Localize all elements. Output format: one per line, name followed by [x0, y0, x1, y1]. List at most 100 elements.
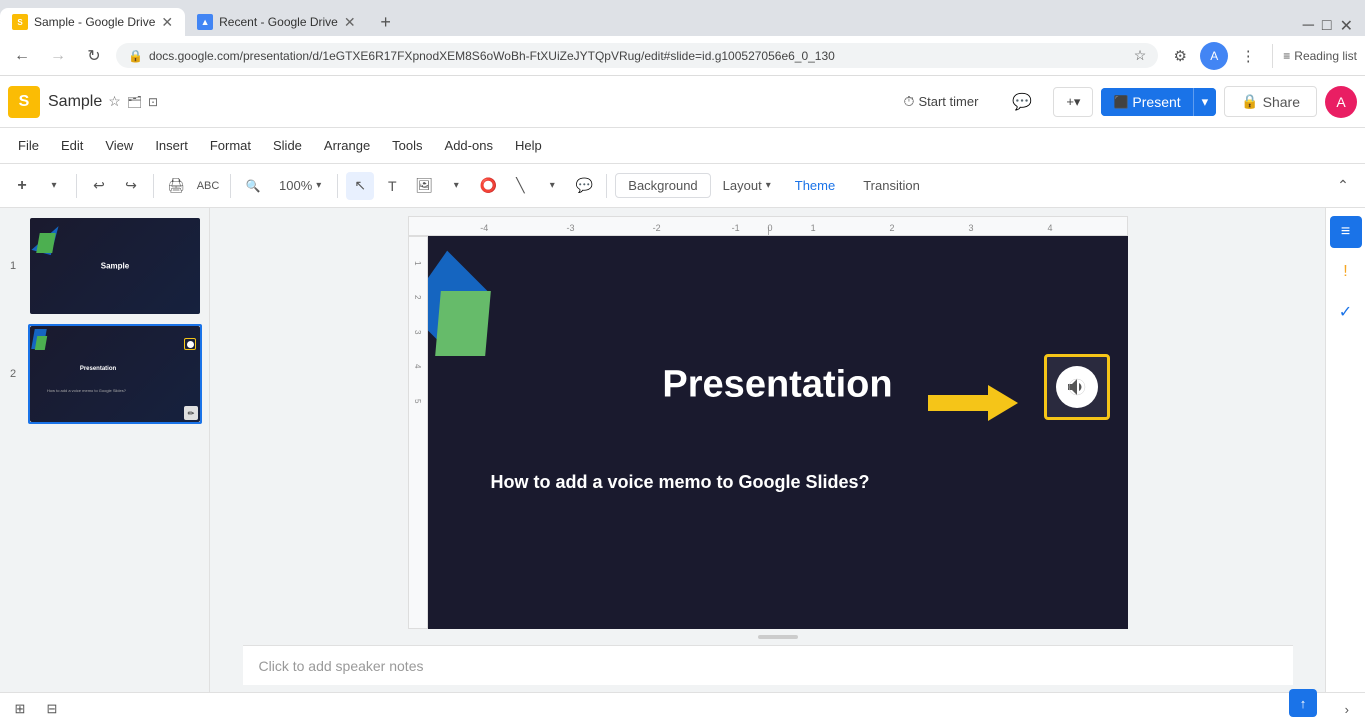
slides-panel: 1 Sample 2 [0, 208, 210, 693]
toolbar-add-dropdown[interactable]: ▾ [40, 172, 68, 200]
list-view-button[interactable]: ⊟ [40, 697, 64, 721]
menu-file[interactable]: File [8, 134, 49, 157]
sep3 [230, 174, 231, 198]
zoom-level[interactable]: 100% ▾ [271, 174, 329, 197]
text-tool[interactable]: T [378, 172, 406, 200]
arrow-annotation [928, 381, 1018, 425]
menu-help[interactable]: Help [505, 134, 552, 157]
nav-bar: ← → ↻ 🔒 docs.google.com/presentation/d/1… [0, 36, 1365, 76]
slide-edit-icon: ✏ [184, 406, 198, 420]
right-icon-1[interactable]: ≡ [1330, 216, 1362, 248]
grid-view-button[interactable]: ⊞ [8, 697, 32, 721]
menu-addons[interactable]: Add-ons [435, 134, 503, 157]
slide-row-1: 1 Sample [8, 216, 201, 316]
app-logo: S [8, 86, 40, 118]
new-tab-button[interactable]: + [372, 8, 400, 36]
line-dropdown[interactable]: ▾ [538, 172, 566, 200]
user-avatar[interactable]: A [1325, 86, 1357, 118]
star-icon[interactable]: ☆ [1134, 47, 1147, 64]
tab-close-1[interactable]: ✕ [161, 14, 173, 31]
app-title: Sample [48, 93, 102, 111]
comments-button[interactable]: 💬 [999, 85, 1045, 119]
menu-tools[interactable]: Tools [382, 134, 432, 157]
more-icon[interactable]: ⋮ [1234, 42, 1262, 70]
undo-button[interactable]: ↩ [85, 172, 113, 200]
print-button[interactable]: 🖨 [162, 172, 190, 200]
main-content: 1 Sample 2 [0, 208, 1365, 693]
line-tool[interactable]: ╲ [506, 172, 534, 200]
slide-left-decoration [428, 236, 508, 629]
redo-button[interactable]: ↪ [117, 172, 145, 200]
layout-button[interactable]: Layout ▾ [715, 174, 779, 197]
maximize-button[interactable]: □ [1322, 17, 1332, 35]
transition-button[interactable]: Transition [851, 174, 932, 197]
share-button[interactable]: 🔒 Share [1224, 86, 1317, 117]
present-dropdown-button[interactable]: ▾ [1194, 88, 1217, 116]
menu-edit[interactable]: Edit [51, 134, 93, 157]
editor-area: -4 -3 -2 -1 0 1 2 3 4 1 2 3 4 5 [210, 208, 1325, 693]
right-icon-3[interactable]: ✓ [1330, 296, 1362, 328]
slide-thumb-1[interactable]: Sample [28, 216, 202, 316]
menu-slide[interactable]: Slide [263, 134, 312, 157]
start-timer-button[interactable]: ⏱ Start timer [891, 86, 992, 117]
notes-placeholder: Click to add speaker notes [259, 658, 424, 674]
tab-bar: S Sample - Google Drive ✕ ▲ Recent - Goo… [0, 0, 1365, 36]
add-button[interactable]: +▾ [1053, 87, 1093, 117]
select-tool[interactable]: ↖ [346, 172, 374, 200]
tab-favicon-2: ▲ [197, 14, 213, 30]
menu-arrange[interactable]: Arrange [314, 134, 380, 157]
folder-title-icon[interactable]: 🗂 [127, 95, 142, 109]
menu-bar: File Edit View Insert Format Slide Arran… [0, 128, 1365, 164]
image-dropdown[interactable]: ▾ [442, 172, 470, 200]
slide-thumb-2[interactable]: Presentation How to add a voice memo to … [28, 324, 202, 424]
forward-button[interactable]: → [44, 42, 72, 70]
tab-sample[interactable]: S Sample - Google Drive ✕ [0, 8, 185, 36]
present-icon: ⬛ [1113, 95, 1128, 109]
theme-button[interactable]: Theme [783, 174, 847, 197]
app: S Sample ☆ 🗂 ⊡ ⏱ Start timer 💬 +▾ ⬛ Pres… [0, 76, 1365, 693]
sidebar-expand-button[interactable]: › [1345, 702, 1349, 717]
tab-close-2[interactable]: ✕ [344, 14, 356, 31]
extensions-icon[interactable]: ⚙ [1166, 42, 1194, 70]
spellcheck-button[interactable]: ABC [194, 172, 222, 200]
audio-icon-box[interactable] [1044, 354, 1110, 420]
slide-ruler-wrapper: 1 2 3 4 5 Presentation [408, 236, 1128, 629]
tab-recent[interactable]: ▲ Recent - Google Drive ✕ [185, 8, 367, 36]
menu-format[interactable]: Format [200, 134, 261, 157]
present-button[interactable]: ⬛ Present [1101, 88, 1192, 116]
browser-toolbar-right: ⚙ A ⋮ ≡ Reading list [1166, 42, 1357, 70]
zoom-out-button[interactable]: 🔍 [239, 172, 267, 200]
tab-title-2: Recent - Google Drive [219, 15, 338, 29]
toolbar: + ▾ ↩ ↪ 🖨 ABC 🔍 100% ▾ ↖ T 🖼 ▾ ⭕ ╲ ▾ 💬 B… [0, 164, 1365, 208]
app-title-area: Sample ☆ 🗂 ⊡ [48, 93, 158, 111]
comment-tool[interactable]: 💬 [570, 172, 598, 200]
notes-divider[interactable] [428, 629, 1128, 645]
notes-area[interactable]: Click to add speaker notes [243, 645, 1293, 685]
profile-icon[interactable]: A [1200, 42, 1228, 70]
minimize-button[interactable]: ─ [1303, 17, 1314, 35]
slide-canvas[interactable]: Presentation How to add a voice memo to … [428, 236, 1128, 629]
green-shape [435, 291, 491, 356]
menu-view[interactable]: View [95, 134, 143, 157]
toolbar-add[interactable]: + [8, 172, 36, 200]
refresh-button[interactable]: ↻ [80, 42, 108, 70]
url-text: docs.google.com/presentation/d/1eGTXE6R1… [149, 49, 1128, 63]
address-bar[interactable]: 🔒 docs.google.com/presentation/d/1eGTXE6… [116, 43, 1158, 68]
right-sidebar: ≡ ! ✓ [1325, 208, 1365, 693]
star-title-icon[interactable]: ☆ [108, 93, 121, 110]
shape-tool[interactable]: ⭕ [474, 172, 502, 200]
slide-title: Presentation [662, 364, 892, 407]
right-icon-2[interactable]: ! [1330, 256, 1362, 288]
collapse-toolbar-button[interactable]: ⌃ [1329, 172, 1357, 200]
menu-insert[interactable]: Insert [145, 134, 198, 157]
reading-list-button[interactable]: ≡ Reading list [1283, 49, 1357, 63]
expand-button[interactable]: ↑ [1289, 689, 1317, 717]
present-wrapper: ⬛ Present ▾ [1101, 88, 1216, 116]
image-tool[interactable]: 🖼 [410, 172, 438, 200]
background-button[interactable]: Background [615, 173, 710, 198]
back-button[interactable]: ← [8, 42, 36, 70]
close-button[interactable]: ✕ [1340, 16, 1353, 36]
ruler-horizontal: -4 -3 -2 -1 0 1 2 3 4 [408, 216, 1128, 236]
maximize-title-icon[interactable]: ⊡ [148, 95, 158, 109]
slide-row-2: 2 Presentation How to add a voice memo t… [8, 324, 201, 424]
